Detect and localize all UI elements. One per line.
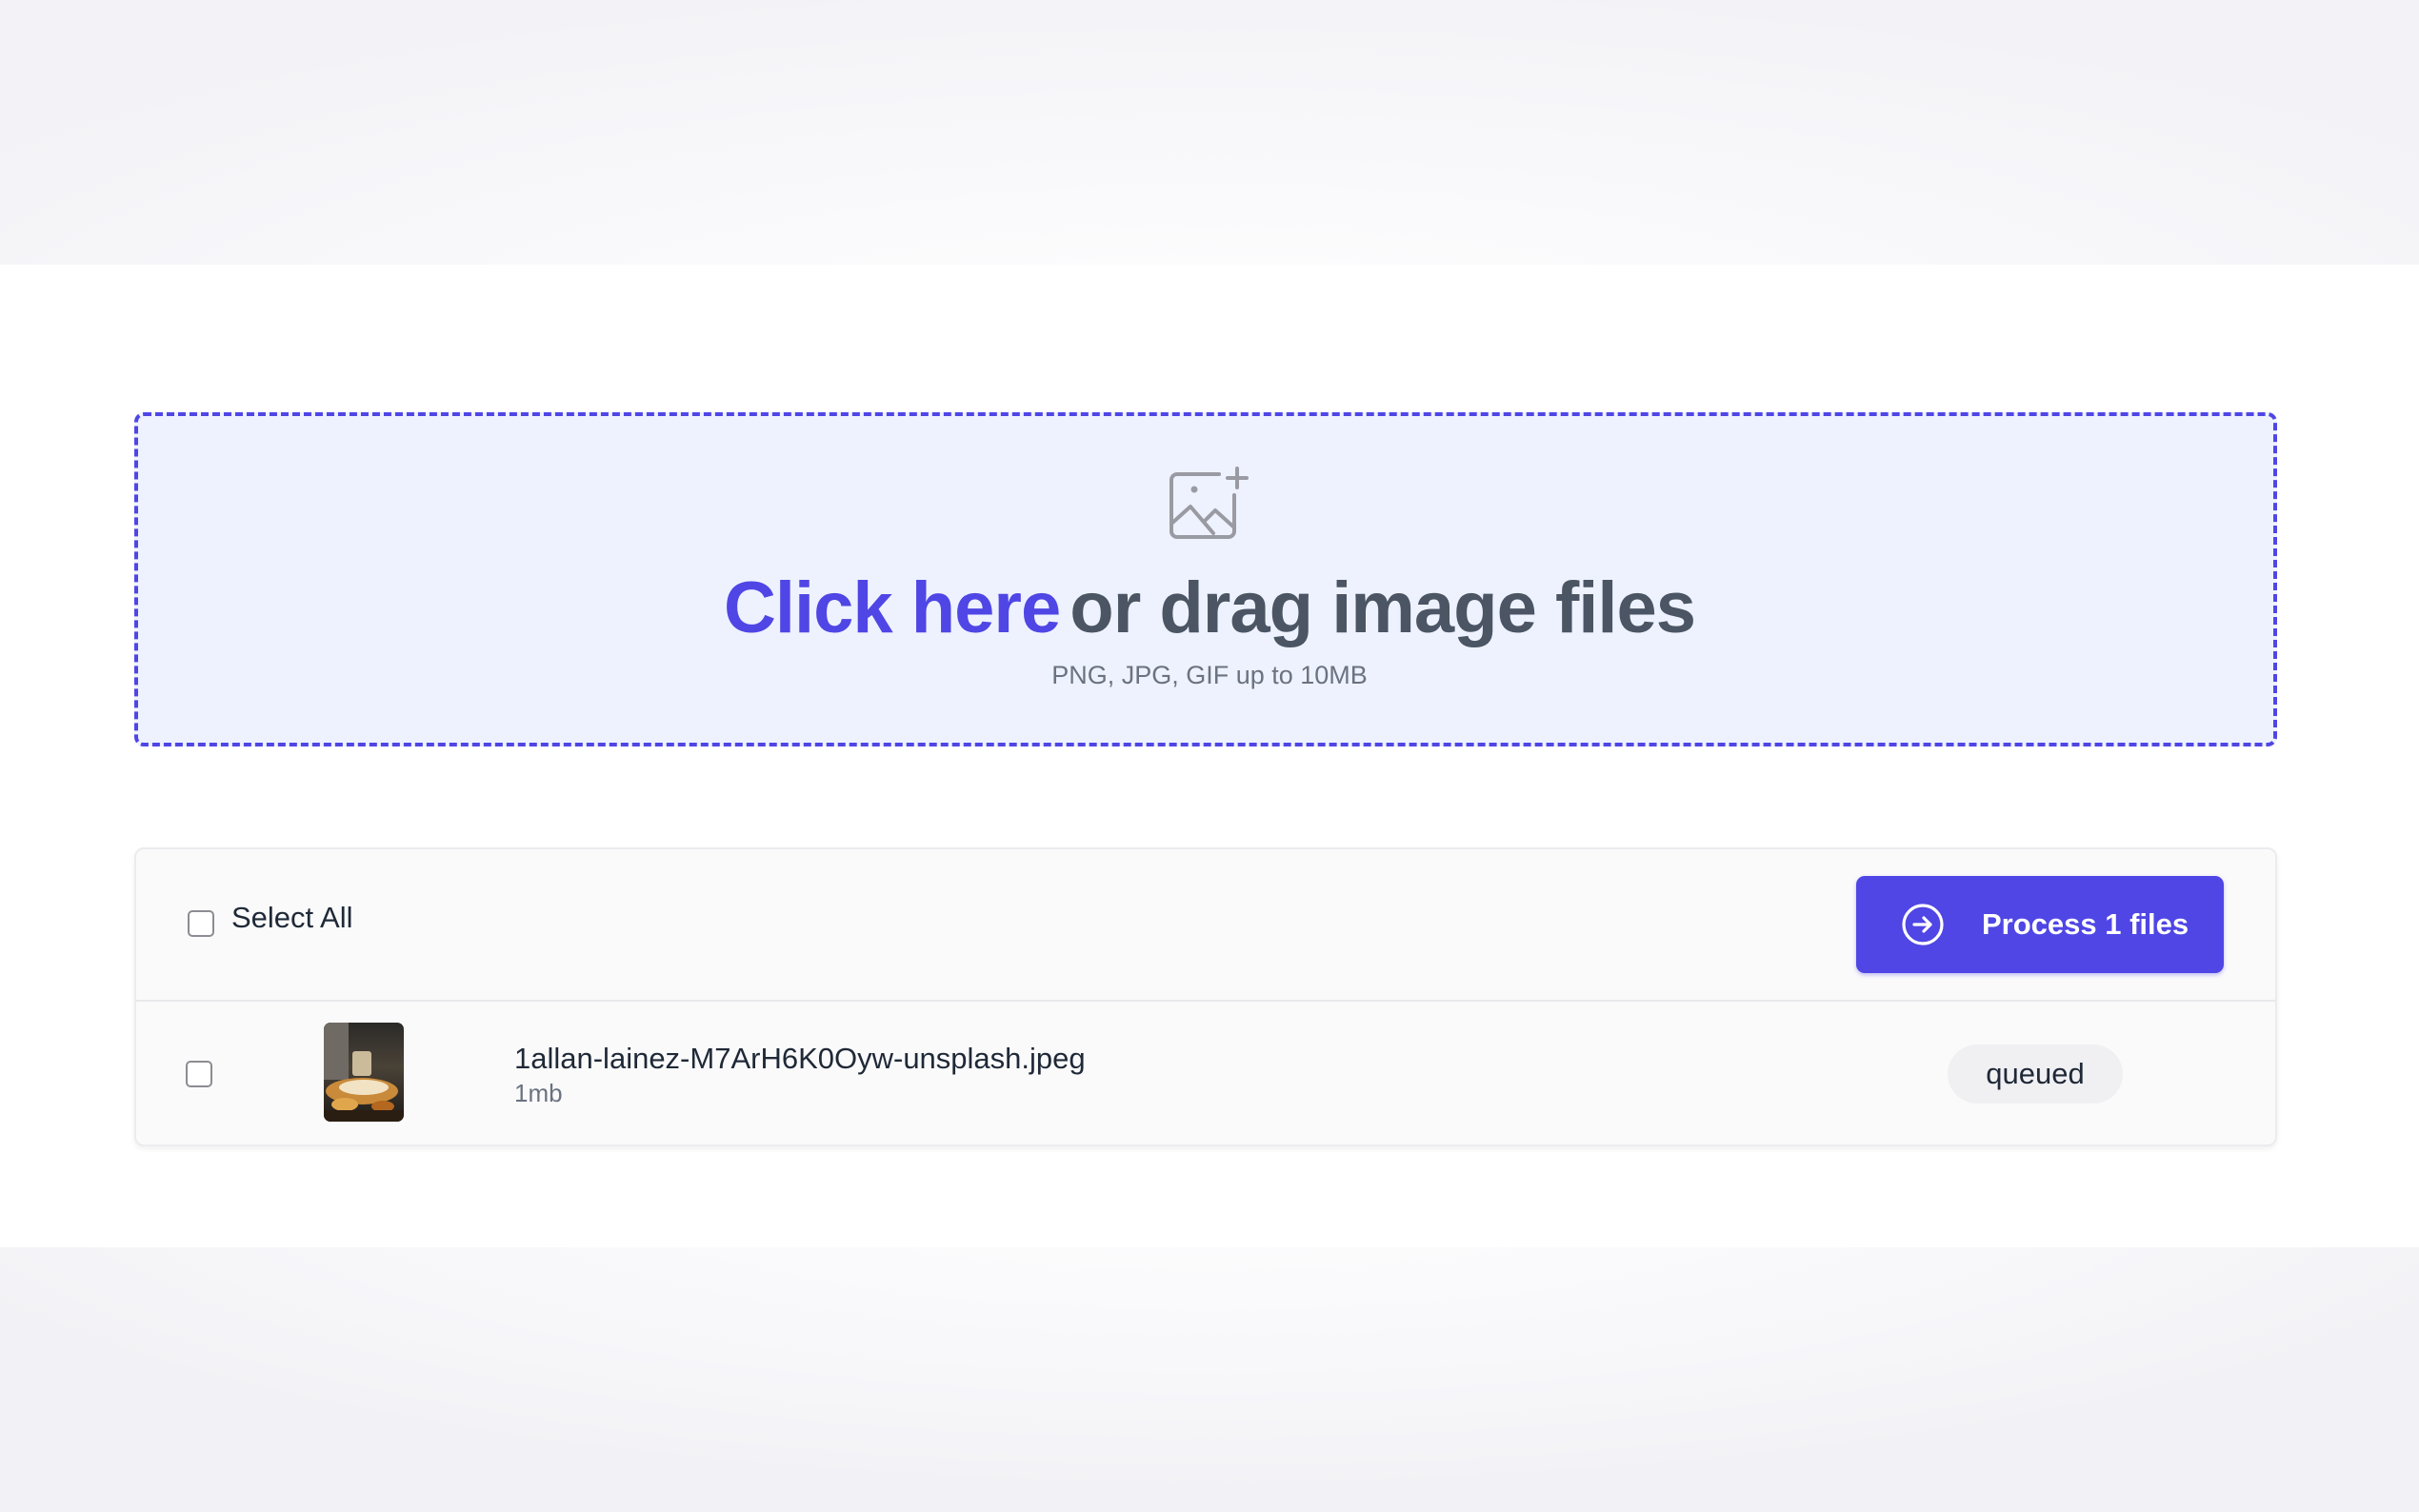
select-all-checkbox[interactable] [188, 910, 214, 937]
upload-hint: PNG, JPG, GIF up to 10MB [1051, 661, 1368, 689]
select-all-label[interactable]: Select All [231, 899, 353, 937]
upload-click-link[interactable]: Click here [724, 567, 1061, 648]
file-thumbnail-image [324, 1023, 404, 1122]
bottom-background-band [0, 1247, 2419, 1512]
status-badge: queued [1948, 1044, 2123, 1104]
file-thumbnail [324, 1023, 404, 1122]
image-plus-icon [1170, 467, 1249, 539]
file-row-checkbox[interactable] [186, 1061, 212, 1087]
file-row: 1allan-lainez-M7ArH6K0Oyw-unsplash.jpeg … [136, 1002, 2275, 1146]
file-list-panel: Select All Process 1 files 1allan-lainez… [134, 847, 2277, 1146]
file-list-header: Select All Process 1 files [136, 849, 2275, 1002]
arrow-right-circle-icon [1902, 904, 1944, 945]
top-background-band [0, 0, 2419, 265]
upload-headline: Click here or drag image files [0, 566, 2419, 651]
process-files-label: Process 1 files [1982, 907, 2189, 941]
process-files-button[interactable]: Process 1 files [1856, 876, 2224, 973]
upload-drag-text: or drag image files [1070, 567, 1696, 648]
file-size: 1mb [514, 1079, 563, 1107]
file-name: 1allan-lainez-M7ArH6K0Oyw-unsplash.jpeg [514, 1042, 1086, 1075]
